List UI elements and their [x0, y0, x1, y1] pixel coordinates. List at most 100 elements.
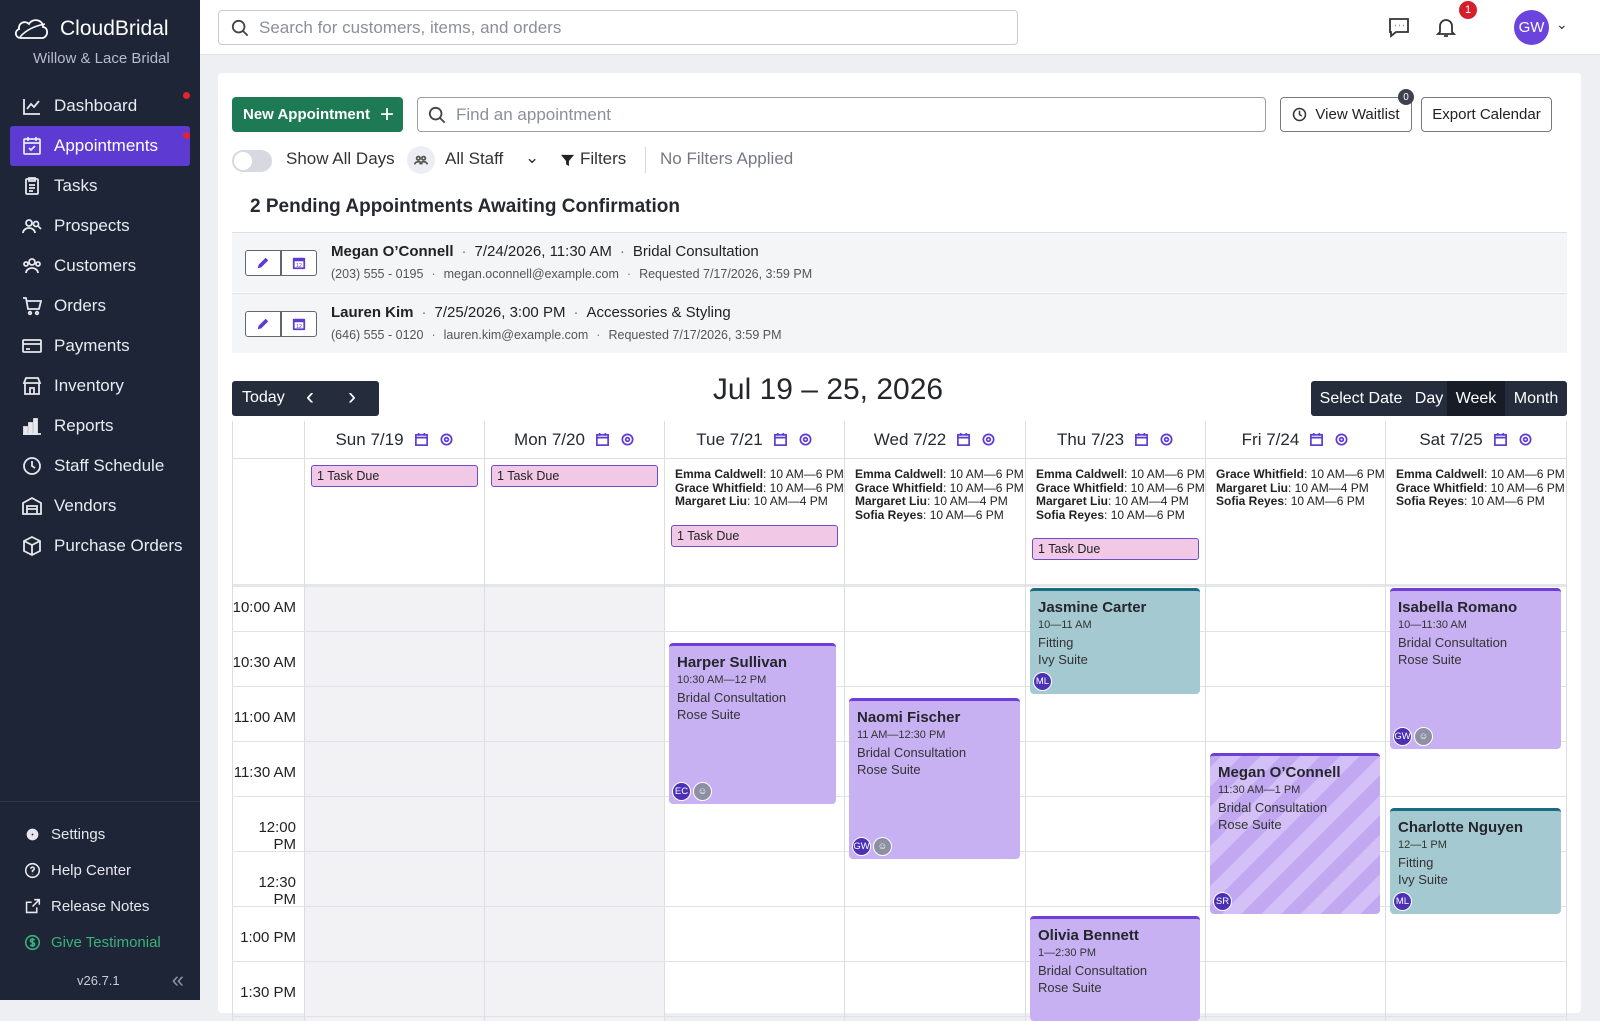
- calendar-icon[interactable]: [414, 432, 429, 447]
- staff-name: Grace Whitfield: [1216, 467, 1305, 481]
- customer-name[interactable]: Lauren Kim: [331, 304, 414, 321]
- appointment-block[interactable]: Charlotte Nguyen 12—1 PM Fitting Ivy Sui…: [1390, 808, 1561, 914]
- store-icon: [21, 375, 43, 397]
- sidebar-item-label: Orders: [54, 296, 106, 315]
- sidebar-item-vendors[interactable]: Vendors: [10, 486, 190, 526]
- customer-name[interactable]: Megan O’Connell: [331, 243, 454, 260]
- sidebar-item-appointments[interactable]: Appointments: [10, 126, 190, 166]
- global-search-input[interactable]: [259, 17, 999, 38]
- task-due-pill[interactable]: 1 Task Due: [1032, 538, 1199, 560]
- staff-hours-item: Margaret Liu: 10 AM—4 PM: [1036, 494, 1205, 509]
- all-day-cell: 1 Task Due: [485, 459, 664, 587]
- gear-icon[interactable]: [1334, 432, 1349, 447]
- appointment-block[interactable]: Jasmine Carter 10—11 AM Fitting Ivy Suit…: [1030, 588, 1200, 694]
- gear-icon[interactable]: [981, 432, 996, 447]
- task-due-pill[interactable]: 1 Task Due: [311, 465, 478, 487]
- appointment-block[interactable]: Isabella Romano 10—11:30 AM Bridal Consu…: [1390, 588, 1561, 749]
- calendar-icon[interactable]: [956, 432, 971, 447]
- day-label: Wed 7/22: [873, 429, 947, 449]
- notification-count-badge: 1: [1459, 1, 1477, 19]
- pencil-icon: [257, 318, 269, 330]
- calendar-icon[interactable]: [1309, 432, 1324, 447]
- chevron-down-icon[interactable]: ⌄: [525, 148, 539, 168]
- appointment-search[interactable]: [417, 97, 1266, 132]
- month-view-button[interactable]: Month: [1505, 381, 1567, 416]
- select-date-button[interactable]: Select Date: [1311, 381, 1411, 416]
- settings-link[interactable]: Settings: [0, 816, 200, 852]
- confirm-calendar-button[interactable]: 12: [281, 311, 317, 337]
- customer-email: megan.oconnell@example.com: [443, 267, 619, 281]
- gear-icon[interactable]: [439, 432, 454, 447]
- staff-name: Margaret Liu: [1216, 480, 1289, 495]
- next-week-icon[interactable]: ›: [348, 385, 356, 409]
- export-calendar-label: Export Calendar: [1432, 106, 1541, 123]
- gear-icon[interactable]: [1159, 432, 1174, 447]
- cart-icon: [21, 295, 43, 317]
- bell-icon[interactable]: [1433, 14, 1459, 40]
- gear-icon[interactable]: [1518, 432, 1533, 447]
- day-label: Tue 7/21: [696, 429, 763, 449]
- app-name: CloudBridal: [60, 17, 169, 40]
- sidebar-item-purchase-orders[interactable]: Purchase Orders: [10, 526, 190, 566]
- sidebar-item-staff-schedule[interactable]: Staff Schedule: [10, 446, 190, 486]
- task-due-pill[interactable]: 1 Task Due: [491, 465, 658, 487]
- appointment-block-pending[interactable]: Megan O’Connell 11:30 AM—1 PM Bridal Con…: [1210, 753, 1380, 914]
- sidebar-item-payments[interactable]: Payments: [10, 326, 190, 366]
- gear-icon[interactable]: [620, 432, 635, 447]
- appointment-search-input[interactable]: [456, 104, 1246, 125]
- sidebar-item-label: Customers: [54, 256, 137, 275]
- store-name: Willow & Lace Bridal: [33, 50, 170, 67]
- sidebar-item-inventory[interactable]: Inventory: [10, 366, 190, 406]
- appointment-block[interactable]: Naomi Fischer 11 AM—12:30 PM Bridal Cons…: [849, 698, 1020, 859]
- appointment-service: Fitting: [1038, 635, 1074, 650]
- view-waitlist-button[interactable]: View Waitlist 0: [1280, 89, 1414, 132]
- version-label: v26.7.1: [77, 972, 120, 988]
- sidebar-item-orders[interactable]: Orders: [10, 286, 190, 326]
- chevron-down-icon[interactable]: ⌄: [1556, 16, 1568, 33]
- user-avatar[interactable]: GW: [1514, 10, 1549, 45]
- calendar-icon[interactable]: [595, 432, 610, 447]
- calendar-icon[interactable]: [773, 432, 788, 447]
- appointment-customer: Charlotte Nguyen: [1398, 819, 1524, 836]
- filters-button[interactable]: Filters: [580, 149, 626, 169]
- today-button[interactable]: Today: [242, 389, 285, 407]
- customer-phone: (646) 555 - 0120: [331, 328, 424, 342]
- sidebar-item-dashboard[interactable]: Dashboard: [10, 86, 190, 126]
- staff-name: Sofia Reyes: [855, 507, 924, 522]
- edit-button[interactable]: [245, 311, 281, 337]
- staff-avatar: SR: [1213, 892, 1232, 911]
- export-calendar-button[interactable]: Export Calendar: [1421, 97, 1552, 132]
- global-search[interactable]: [218, 10, 1018, 45]
- show-all-days-toggle[interactable]: [232, 150, 272, 172]
- calendar-icon[interactable]: [1493, 432, 1508, 447]
- sidebar-item-customers[interactable]: Customers: [10, 246, 190, 286]
- release-notes-link[interactable]: Release Notes: [0, 888, 200, 924]
- previous-week-icon[interactable]: ‹: [306, 385, 314, 409]
- all-staff-dropdown[interactable]: All Staff: [445, 149, 503, 169]
- time-label: 10:30 AM: [232, 654, 296, 671]
- calendar-icon[interactable]: [1134, 432, 1149, 447]
- staff-hours-list: Emma Caldwell: 10 AM—6 PM Grace Whitfiel…: [855, 467, 1024, 522]
- gear-icon[interactable]: [798, 432, 813, 447]
- appointment-block[interactable]: Harper Sullivan 10:30 AM—12 PM Bridal Co…: [669, 643, 836, 804]
- confirm-calendar-button[interactable]: 12: [281, 250, 317, 276]
- sidebar-item-prospects[interactable]: Prospects: [10, 206, 190, 246]
- new-appointment-button[interactable]: New Appointment +: [232, 97, 403, 132]
- appointment-service: Bridal Consultation: [1218, 800, 1328, 815]
- give-testimonial-link[interactable]: Give Testimonial: [0, 924, 200, 960]
- appointment-time: 12—1 PM: [1398, 839, 1447, 851]
- sidebar-item-tasks[interactable]: Tasks: [10, 166, 190, 206]
- brand[interactable]: CloudBridal: [0, 0, 200, 44]
- staff-hours: : 10 AM—6 PM: [943, 467, 1024, 481]
- messages-icon[interactable]: [1386, 14, 1412, 40]
- edit-button[interactable]: [245, 250, 281, 276]
- day-view-button[interactable]: Day: [1411, 381, 1447, 416]
- week-view-button[interactable]: Week: [1447, 381, 1505, 416]
- sidebar-item-reports[interactable]: Reports: [10, 406, 190, 446]
- task-due-pill[interactable]: 1 Task Due: [671, 525, 838, 547]
- appointment-block[interactable]: Olivia Bennett 1—2:30 PM Bridal Consulta…: [1030, 916, 1200, 1021]
- day-header: Sat 7/25: [1386, 421, 1566, 459]
- help-center-link[interactable]: Help Center: [0, 852, 200, 888]
- appointment-room: Rose Suite: [677, 707, 741, 722]
- collapse-sidebar-icon[interactable]: «: [172, 967, 184, 993]
